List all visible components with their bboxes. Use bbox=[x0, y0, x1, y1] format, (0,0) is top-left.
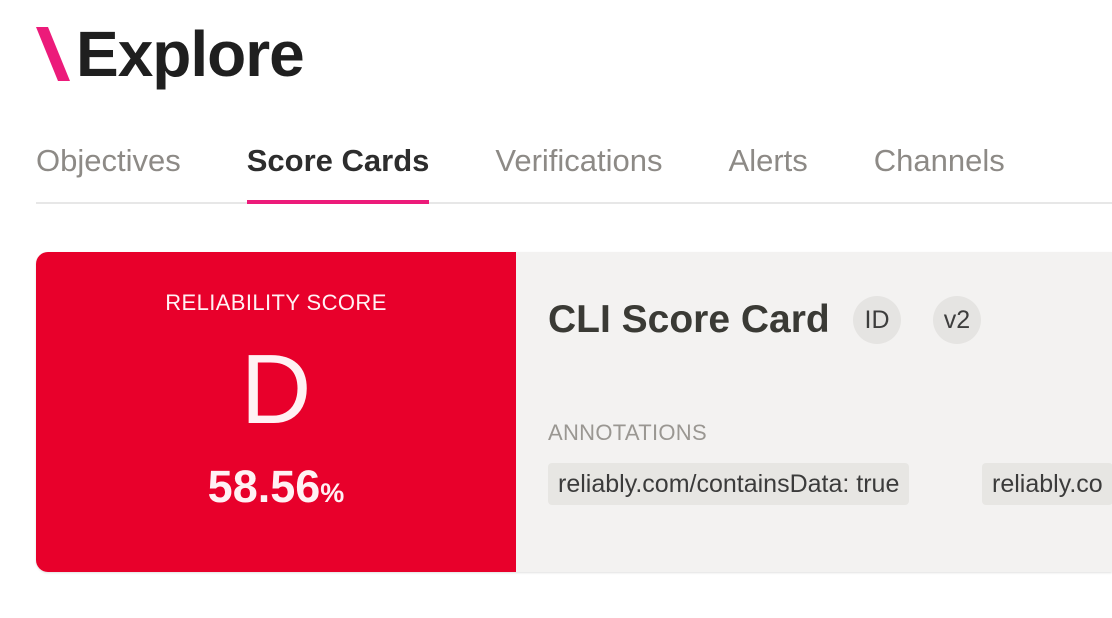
reliability-score-panel: RELIABILITY SCORE D 58.56% bbox=[36, 252, 516, 572]
annotation-chip: reliably.co bbox=[982, 463, 1112, 505]
version-pill[interactable]: v2 bbox=[933, 296, 981, 344]
score-card-title: CLI Score Card bbox=[548, 298, 830, 341]
annotations-label: ANNOTATIONS bbox=[548, 420, 707, 445]
explore-page: Explore Objectives Score Cards Verificat… bbox=[0, 0, 1112, 618]
reliability-percentage: 58.56% bbox=[36, 464, 516, 509]
percent-symbol: % bbox=[320, 478, 345, 508]
brand-slash-icon bbox=[36, 27, 70, 81]
tab-objectives[interactable]: Objectives bbox=[36, 140, 181, 182]
tab-score-cards[interactable]: Score Cards bbox=[246, 140, 429, 204]
tab-alerts[interactable]: Alerts bbox=[729, 140, 808, 182]
page-header: Explore bbox=[36, 18, 305, 90]
score-card-details: CLI Score Card ID v2 ANNOTATIONS reliabl… bbox=[548, 252, 1112, 572]
page-title: Explore bbox=[76, 18, 305, 90]
explore-tabs: Objectives Score Cards Verifications Ale… bbox=[36, 140, 1112, 204]
score-card[interactable]: RELIABILITY SCORE D 58.56% CLI Score Car… bbox=[36, 252, 1112, 572]
reliability-grade: D bbox=[240, 334, 312, 444]
tab-channels[interactable]: Channels bbox=[874, 140, 1005, 182]
annotation-chip: reliably.com/containsData: true bbox=[548, 463, 910, 505]
tab-verifications[interactable]: Verifications bbox=[495, 140, 662, 182]
reliability-percentage-value: 58.56 bbox=[207, 461, 321, 512]
reliability-score-label: RELIABILITY SCORE bbox=[165, 290, 387, 315]
id-pill[interactable]: ID bbox=[853, 296, 901, 344]
